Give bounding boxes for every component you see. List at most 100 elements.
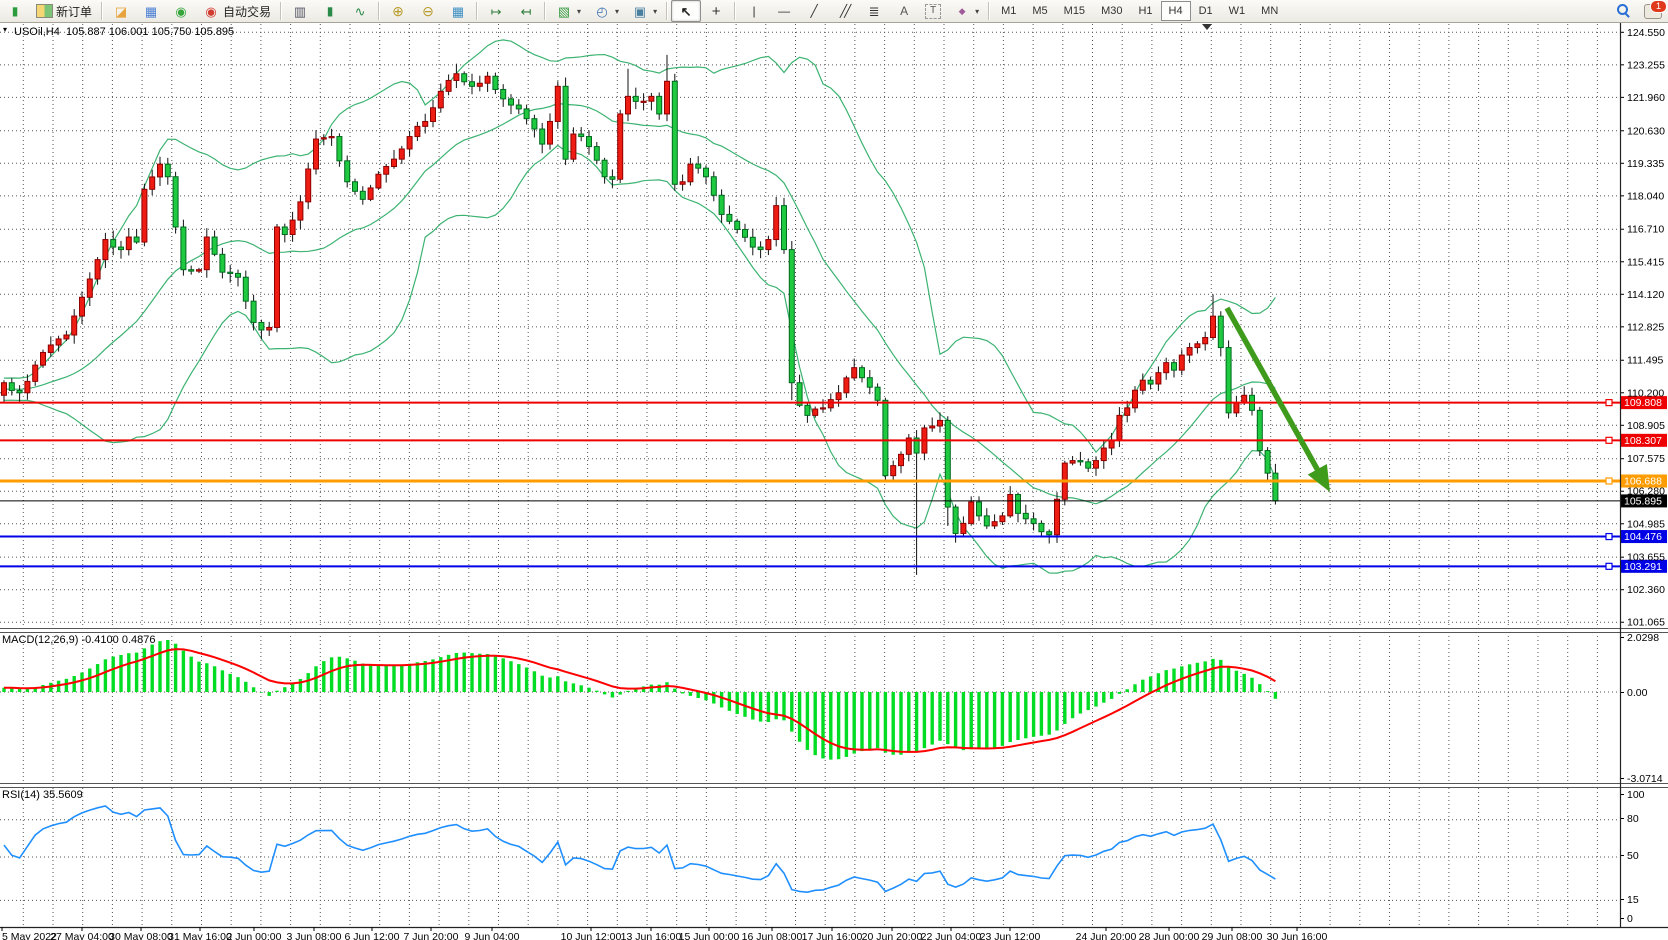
macd-histogram-bar	[151, 645, 154, 692]
candle-bearish	[360, 191, 365, 199]
macd-histogram-bar	[322, 661, 325, 692]
crosshair-tool-icon[interactable]	[701, 0, 731, 22]
candle-bullish	[314, 139, 319, 169]
macd-histogram-bar	[509, 661, 512, 692]
timeframe-button-h1[interactable]: H1	[1130, 1, 1160, 21]
notifications-icon[interactable]: 1	[1638, 0, 1668, 22]
candle-bullish	[423, 121, 428, 126]
new-chart-button[interactable]: ▾	[549, 0, 587, 22]
line-chart-mode-icon[interactable]	[345, 0, 375, 22]
tile-windows-icon[interactable]	[443, 0, 473, 22]
macd-histogram-bar	[369, 665, 372, 692]
macd-histogram-bar	[260, 692, 263, 693]
axis-label: 120.630	[1627, 125, 1665, 137]
candle-bearish	[243, 277, 248, 301]
axis-label: 31 May 16:00	[168, 931, 232, 940]
arrows-tool-button[interactable]: ▾	[947, 0, 985, 22]
chart-shift-icon[interactable]	[511, 0, 541, 22]
candle-bearish	[173, 177, 178, 227]
candlestick-mode-icon[interactable]	[315, 0, 345, 22]
candle-bearish	[1273, 473, 1278, 501]
zoom-in-icon	[389, 2, 407, 20]
macd-histogram-bar	[431, 659, 434, 692]
vertical-line-tool-icon[interactable]	[739, 0, 769, 22]
chart-collapse-icon[interactable]: ▾	[3, 25, 7, 34]
timeframe-button-m15[interactable]: M15	[1056, 1, 1093, 21]
chevron-down-icon: ▾	[975, 7, 979, 16]
macd-histogram-bar	[572, 683, 575, 692]
zoom-in-icon[interactable]	[383, 0, 413, 22]
candle-bullish	[321, 138, 326, 139]
macd-histogram-bar	[1243, 674, 1246, 692]
macd-histogram-bar	[174, 644, 177, 692]
macd-histogram-bar	[127, 653, 130, 692]
trendline-tool-icon[interactable]	[799, 0, 829, 22]
line-drag-handle[interactable]	[1606, 534, 1612, 540]
timeframe-button-w1[interactable]: W1	[1221, 1, 1254, 21]
line-drag-handle[interactable]	[1606, 437, 1612, 443]
timeframe-button-mn[interactable]: MN	[1253, 1, 1286, 21]
timeframe-button-m5[interactable]: M5	[1024, 1, 1055, 21]
market-watch-icon[interactable]	[136, 0, 166, 22]
channel-tool-icon[interactable]	[829, 0, 859, 22]
market-watch-icon	[142, 2, 160, 20]
candle-bullish	[158, 164, 163, 177]
line-drag-handle[interactable]	[1606, 563, 1612, 569]
bar-chart-mode-icon[interactable]	[285, 0, 315, 22]
axis-label: 30 May 08:00	[109, 931, 173, 940]
candle-bearish	[540, 129, 545, 144]
axis-label: 20 Jun 20:00	[862, 931, 923, 940]
toolbar-separator	[734, 2, 736, 20]
macd-histogram-bar	[697, 692, 700, 698]
macd-histogram-bar	[977, 692, 980, 749]
text-tool-icon[interactable]	[889, 0, 919, 22]
timeframe-button-d1[interactable]: D1	[1191, 1, 1221, 21]
candle-bearish	[711, 177, 716, 196]
zoom-out-icon[interactable]	[413, 0, 443, 22]
candle-bullish	[415, 126, 420, 136]
auto-trading-button[interactable]: 自动交易	[196, 0, 277, 22]
chart-shift-marker-icon[interactable]	[1202, 24, 1212, 30]
candle-bullish	[298, 202, 303, 220]
axis-label: 29 Jun 08:00	[1202, 931, 1263, 940]
cursor-tool-icon[interactable]	[671, 0, 701, 22]
candle-bullish	[485, 76, 490, 83]
horizontal-line-tool-icon[interactable]	[769, 0, 799, 22]
history-eraser-icon[interactable]	[106, 0, 136, 22]
fibonacci-tool-icon[interactable]	[859, 0, 889, 22]
search-icon[interactable]	[1608, 0, 1638, 22]
candle-bullish	[1234, 403, 1239, 413]
macd-histogram-bar	[166, 640, 169, 692]
timeframe-button-m30[interactable]: M30	[1093, 1, 1130, 21]
chart-shift-icon	[517, 2, 535, 20]
timeframe-button-m1[interactable]: M1	[993, 1, 1024, 21]
axis-label: 104.476	[1624, 531, 1662, 543]
candle-bearish	[977, 502, 982, 516]
candle-bullish	[48, 345, 53, 352]
new-order-button[interactable]: 新订单	[30, 0, 98, 22]
macd-histogram-bar	[1126, 689, 1129, 692]
macd-histogram-bar	[392, 666, 395, 692]
label-tool-icon[interactable]	[919, 0, 947, 22]
line-drag-handle[interactable]	[1606, 478, 1612, 484]
timeframe-button-h4[interactable]: H4	[1161, 1, 1191, 21]
macd-histogram-bar	[65, 679, 68, 692]
line-drag-handle[interactable]	[1606, 400, 1612, 406]
macd-histogram-bar	[112, 657, 115, 692]
candle-bullish	[275, 227, 280, 327]
candle-bullish	[392, 159, 397, 166]
chart-fragment-icon[interactable]	[0, 0, 30, 22]
candle-bearish	[1172, 363, 1177, 371]
axis-label: 112.825	[1627, 321, 1664, 333]
candle-bullish	[80, 297, 85, 316]
auto-scroll-icon[interactable]	[481, 0, 511, 22]
price-chart[interactable]: 109.808108.307106.688105.895104.476103.2…	[0, 0, 1668, 940]
macd-histogram-bar	[931, 692, 934, 745]
trend-arrow-annotation[interactable]	[1227, 308, 1320, 475]
signals-icon[interactable]	[166, 0, 196, 22]
candle-bullish	[665, 81, 670, 114]
profiles-button[interactable]: ▾	[587, 0, 625, 22]
chart-list-button[interactable]: ▾	[625, 0, 663, 22]
candle-bullish	[126, 237, 131, 250]
axis-label: 5 May 2022	[2, 931, 57, 940]
